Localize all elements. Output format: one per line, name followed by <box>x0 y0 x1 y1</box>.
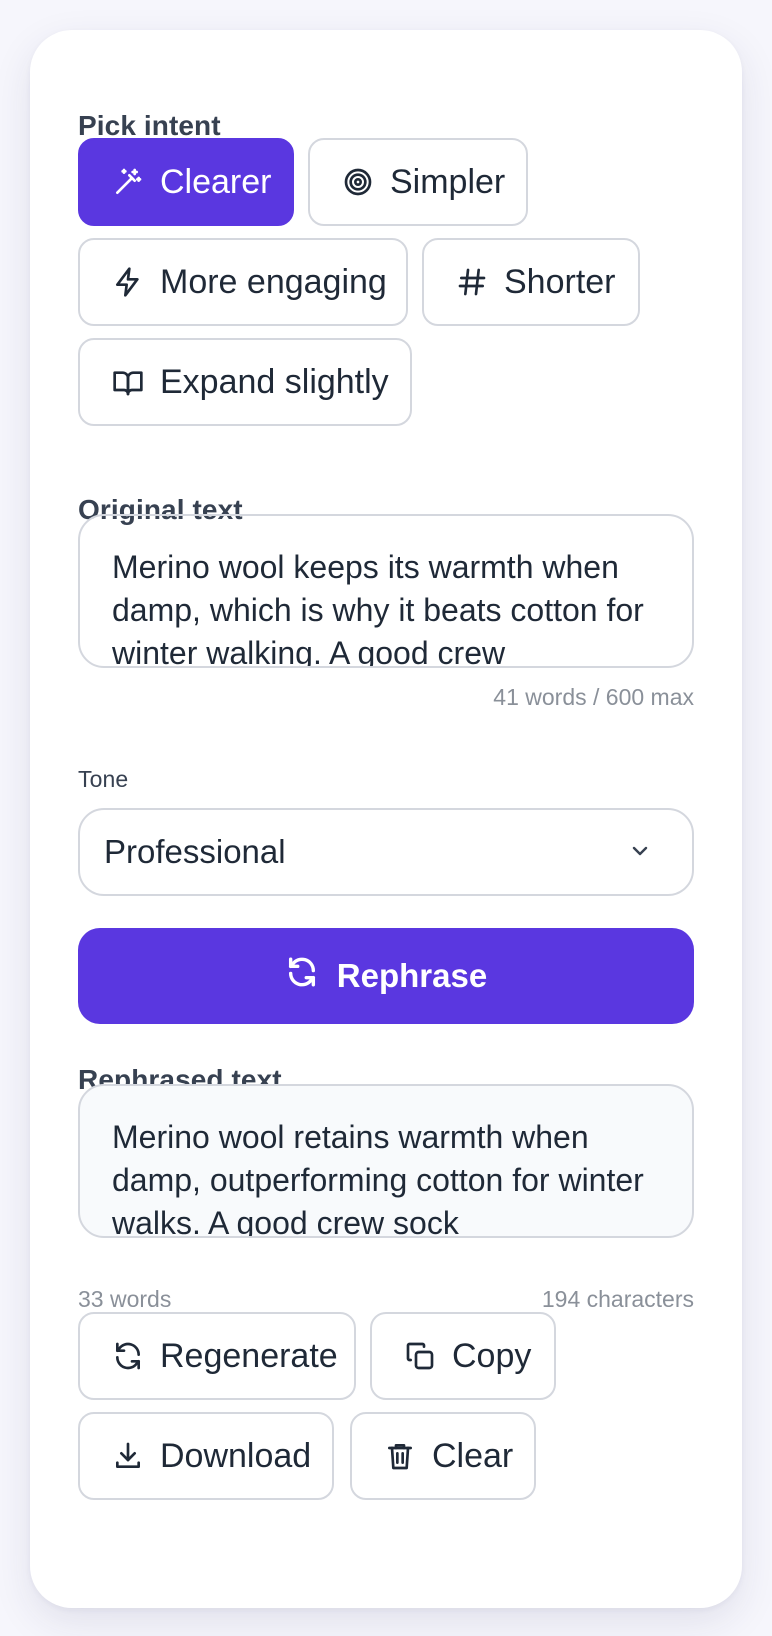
regenerate-button[interactable]: Regenerate <box>78 1312 356 1400</box>
book-icon <box>112 366 144 398</box>
target-icon <box>342 166 374 198</box>
intent-chip-label: Shorter <box>504 262 616 301</box>
rephrased-text-output[interactable]: Merino wool retains warmth when damp, ou… <box>78 1084 694 1238</box>
intent-chip-label: Expand slightly <box>160 362 389 401</box>
intent-chip-label: More engaging <box>160 262 387 301</box>
copy-button-label: Copy <box>452 1336 532 1375</box>
intent-chip-simpler[interactable]: Simpler <box>308 138 528 226</box>
hash-icon <box>456 266 488 298</box>
rephrase-button[interactable]: Rephrase <box>78 928 694 1024</box>
clear-button[interactable]: Clear <box>350 1412 536 1500</box>
output-character-count: 194 characters <box>541 1286 694 1312</box>
rephrase-button-label: Rephrase <box>336 957 488 994</box>
clear-button-label: Clear <box>432 1436 514 1475</box>
rephrase-card: Pick intent Clearer Simpler More engagin… <box>30 30 742 1608</box>
intent-chip-label: Simpler <box>390 162 506 201</box>
original-text-input[interactable]: Merino wool keeps its warmth when damp, … <box>78 514 694 668</box>
tone-label: Tone <box>78 766 129 792</box>
intent-chip-clearer[interactable]: Clearer <box>78 138 294 226</box>
trash-icon <box>384 1440 416 1472</box>
magic-wand-icon <box>112 166 144 198</box>
intent-chip-label: Clearer <box>160 162 272 201</box>
download-button[interactable]: Download <box>78 1412 334 1500</box>
output-word-count: 33 words <box>78 1286 172 1312</box>
copy-icon <box>404 1340 436 1372</box>
lightning-icon <box>112 266 144 298</box>
tone-selected-value: Professional <box>104 833 286 870</box>
regenerate-button-label: Regenerate <box>160 1336 338 1375</box>
copy-button[interactable]: Copy <box>370 1312 556 1400</box>
intent-chip-expand-slightly[interactable]: Expand slightly <box>78 338 412 426</box>
download-button-label: Download <box>160 1436 312 1475</box>
original-word-count: 41 words / 600 max <box>493 684 694 710</box>
refresh-icon <box>285 955 337 997</box>
download-icon <box>112 1440 144 1472</box>
intent-chip-more-engaging[interactable]: More engaging <box>78 238 408 326</box>
intent-chip-shorter[interactable]: Shorter <box>422 238 640 326</box>
refresh-icon <box>112 1340 144 1372</box>
tone-select[interactable]: Professional <box>78 808 694 896</box>
chevron-down-icon <box>628 833 652 871</box>
